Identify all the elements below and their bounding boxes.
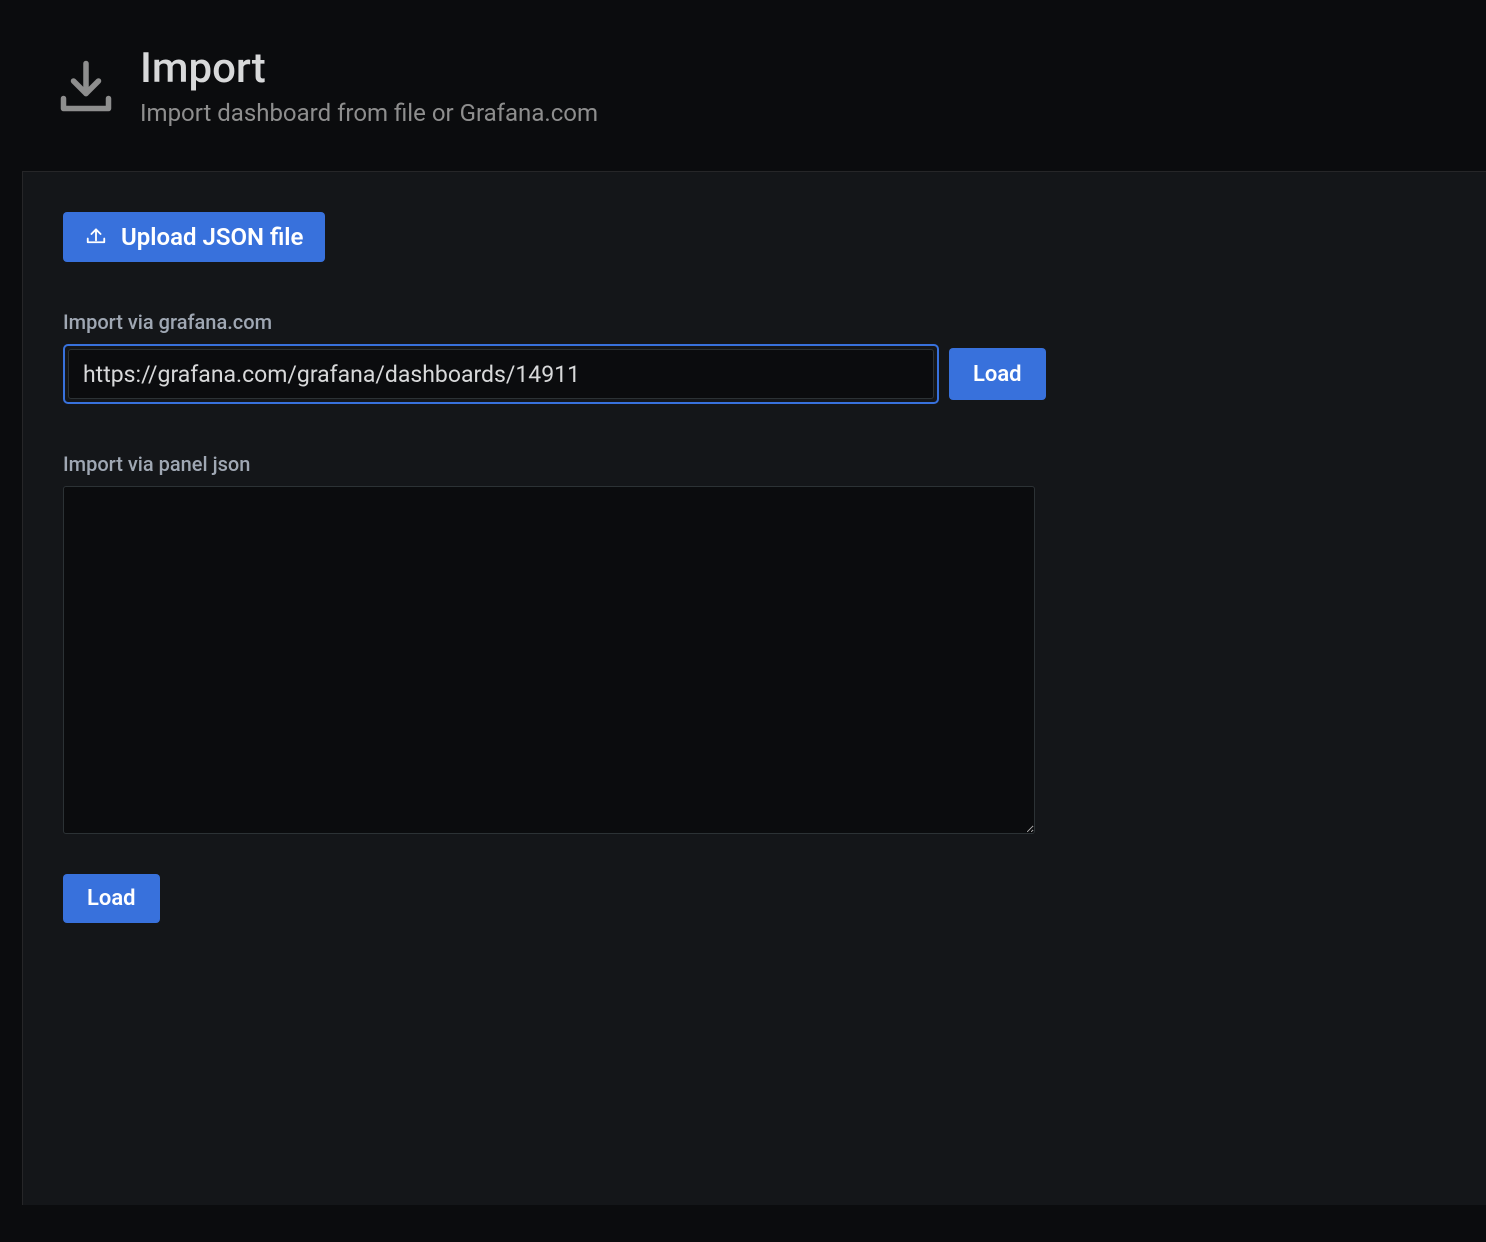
json-import-label: Import via panel json [63,452,1446,476]
grafana-url-input-wrapper [63,344,939,404]
import-icon [56,56,116,116]
upload-json-button[interactable]: Upload JSON file [63,212,325,262]
page-header-text: Import Import dashboard from file or Gra… [140,44,598,127]
grafana-import-group: Import via grafana.com Load [63,310,1446,404]
grafana-import-label: Import via grafana.com [63,310,1446,334]
upload-json-button-label: Upload JSON file [121,223,303,251]
upload-icon [85,223,107,251]
grafana-url-input[interactable] [68,349,934,399]
page-header: Import Import dashboard from file or Gra… [0,0,1486,171]
json-import-group: Import via panel json Load [63,452,1446,923]
import-panel: Upload JSON file Import via grafana.com … [22,171,1486,1205]
page-title: Import [140,44,598,93]
grafana-import-row: Load [63,344,1446,404]
grafana-load-button[interactable]: Load [949,348,1046,400]
json-load-button[interactable]: Load [63,874,160,923]
panel-json-textarea[interactable] [63,486,1035,834]
page-subtitle: Import dashboard from file or Grafana.co… [140,99,598,127]
